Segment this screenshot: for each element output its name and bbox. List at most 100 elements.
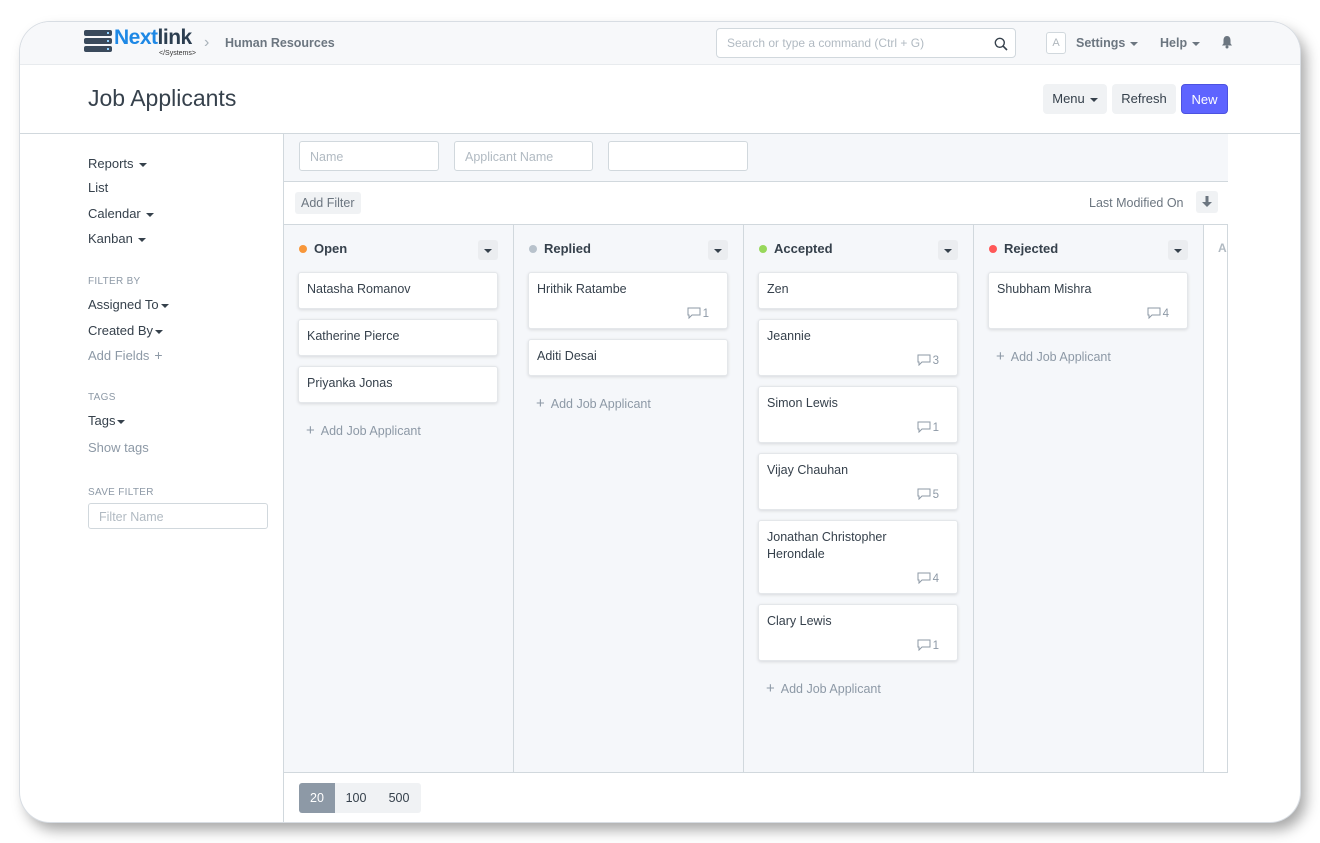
kanban-board: Open Natasha Romanov Katherine Pierce Priya… <box>284 225 1228 772</box>
card-title: Vijay Chauhan <box>767 463 849 477</box>
status-dot-icon <box>989 245 997 253</box>
breadcrumb[interactable]: Human Resources <box>225 36 335 50</box>
card-title: Clary Lewis <box>767 614 832 628</box>
page-head: Job Applicants Menu Refresh New <box>20 65 1300 134</box>
show-tags-link[interactable]: Show tags <box>88 440 149 455</box>
plus-icon: + <box>996 348 1005 365</box>
applicant-name-input[interactable] <box>465 150 585 164</box>
column-name: Accepted <box>774 241 833 256</box>
sort-order-button[interactable] <box>1196 191 1218 213</box>
kanban-card[interactable]: Shubham Mishra 4 <box>988 272 1188 329</box>
created-by-filter[interactable]: Created By <box>88 323 164 338</box>
kanban-card[interactable]: Natasha Romanov <box>298 272 498 309</box>
assigned-to-filter[interactable]: Assigned To <box>88 297 169 312</box>
comment-count: 1 <box>687 307 709 320</box>
status-filter[interactable] <box>608 141 748 171</box>
sidebar-item-calendar[interactable]: Calendar <box>88 206 154 221</box>
kanban-card[interactable]: Simon Lewis 1 <box>758 386 958 443</box>
column-options-button[interactable] <box>478 240 498 260</box>
kanban-card[interactable]: Jeannie 3 <box>758 319 958 376</box>
column-name: Replied <box>544 241 591 256</box>
nextlink-logo[interactable]: Nextlink </Systems> <box>84 26 204 58</box>
column-title: Rejected <box>989 241 1058 256</box>
caret-down-icon <box>1130 41 1139 46</box>
comment-icon <box>917 572 931 585</box>
page-length-500-button[interactable]: 500 <box>377 783 421 813</box>
avatar[interactable]: A <box>1046 32 1066 54</box>
column-title: Open <box>299 241 347 256</box>
column-options-button[interactable] <box>938 240 958 260</box>
kanban-card[interactable]: Aditi Desai <box>528 339 728 376</box>
kanban-card[interactable]: Zen <box>758 272 958 309</box>
kanban-card[interactable]: Hrithik Ratambe 1 <box>528 272 728 329</box>
paging-area: 20 100 500 <box>284 772 1228 822</box>
name-filter[interactable] <box>299 141 439 171</box>
caret-down-icon <box>160 303 169 308</box>
filter-name-field[interactable] <box>88 503 268 529</box>
kanban-column-replied: Replied Hrithik Ratambe 1 Aditi Desai + Add J… <box>514 225 744 772</box>
search-icon[interactable] <box>994 37 1008 51</box>
column-options-button[interactable] <box>708 240 728 260</box>
comment-count: 3 <box>917 354 939 367</box>
add-filter-button[interactable]: Add Filter <box>295 192 361 214</box>
status-dot-icon <box>759 245 767 253</box>
plus-icon: + <box>766 680 775 697</box>
card-title: Katherine Pierce <box>307 329 400 343</box>
sidebar-item-list[interactable]: List <box>88 180 108 195</box>
add-job-applicant-button[interactable]: + Add Job Applicant <box>536 395 651 412</box>
awesome-bar[interactable] <box>716 28 1016 58</box>
filter-by-heading: FILTER BY <box>88 276 141 287</box>
comment-icon <box>1147 307 1161 320</box>
bell-icon[interactable] <box>1221 35 1233 49</box>
filter-name-input[interactable] <box>99 510 259 524</box>
help-dropdown[interactable]: Help <box>1160 36 1201 50</box>
applicant-name-filter[interactable] <box>454 141 593 171</box>
caret-down-icon <box>155 329 164 334</box>
logo-subtitle: </Systems> <box>159 50 196 57</box>
sidebar: Reports List Calendar Kanban FILTER BY A… <box>20 134 283 822</box>
comment-count: 5 <box>917 488 939 501</box>
settings-dropdown[interactable]: Settings <box>1076 36 1139 50</box>
next-column-peek[interactable]: A <box>1218 241 1227 255</box>
kanban-card[interactable]: Jonathan Christopher Herondale 4 <box>758 520 958 594</box>
page-length-100-button[interactable]: 100 <box>335 783 377 813</box>
menu-button[interactable]: Menu <box>1043 84 1107 114</box>
kanban-card[interactable]: Clary Lewis 1 <box>758 604 958 661</box>
caret-down-icon <box>145 212 154 217</box>
name-filter-input[interactable] <box>310 150 430 164</box>
card-title: Shubham Mishra <box>997 282 1092 296</box>
server-stack-icon <box>84 30 112 54</box>
add-fields-link[interactable]: Add Fields + <box>88 347 163 363</box>
card-title: Jeannie <box>767 329 811 343</box>
standard-filter-bar <box>284 134 1228 182</box>
caret-down-icon <box>137 237 146 242</box>
sidebar-item-kanban[interactable]: Kanban <box>88 231 146 246</box>
sort-selector[interactable]: Last Modified On <box>1089 196 1184 210</box>
column-options-button[interactable] <box>1168 240 1188 260</box>
kanban-card[interactable]: Vijay Chauhan 5 <box>758 453 958 510</box>
status-dot-icon <box>529 245 537 253</box>
save-filter-heading: SAVE FILTER <box>88 487 154 498</box>
comment-icon <box>917 639 931 652</box>
status-filter-input[interactable] <box>619 150 739 164</box>
tags-heading: TAGS <box>88 392 116 403</box>
kanban-column-accepted: Accepted Zen Jeannie 3 Simon Lewis 1 Vijay Cha… <box>744 225 974 772</box>
card-title: Aditi Desai <box>537 349 597 363</box>
comment-icon <box>687 307 701 320</box>
logo-wordmark: Nextlink <box>114 26 192 49</box>
add-job-applicant-button[interactable]: + Add Job Applicant <box>996 348 1111 365</box>
refresh-button[interactable]: Refresh <box>1112 84 1176 114</box>
add-job-applicant-button[interactable]: + Add Job Applicant <box>766 680 881 697</box>
kanban-card[interactable]: Katherine Pierce <box>298 319 498 356</box>
caret-down-icon <box>138 162 147 167</box>
sidebar-item-reports[interactable]: Reports <box>88 156 147 171</box>
page-length-20-button[interactable]: 20 <box>299 783 335 813</box>
kanban-column-rejected: Rejected Shubham Mishra 4 + Add Job Applican… <box>974 225 1204 772</box>
kanban-card[interactable]: Priyanka Jonas <box>298 366 498 403</box>
add-job-applicant-button[interactable]: + Add Job Applicant <box>306 422 421 439</box>
tags-dropdown[interactable]: Tags <box>88 413 126 428</box>
new-button[interactable]: New <box>1181 84 1228 114</box>
plus-icon: + <box>154 347 163 363</box>
sort-descending-icon <box>1202 196 1212 207</box>
search-input[interactable] <box>727 36 987 50</box>
